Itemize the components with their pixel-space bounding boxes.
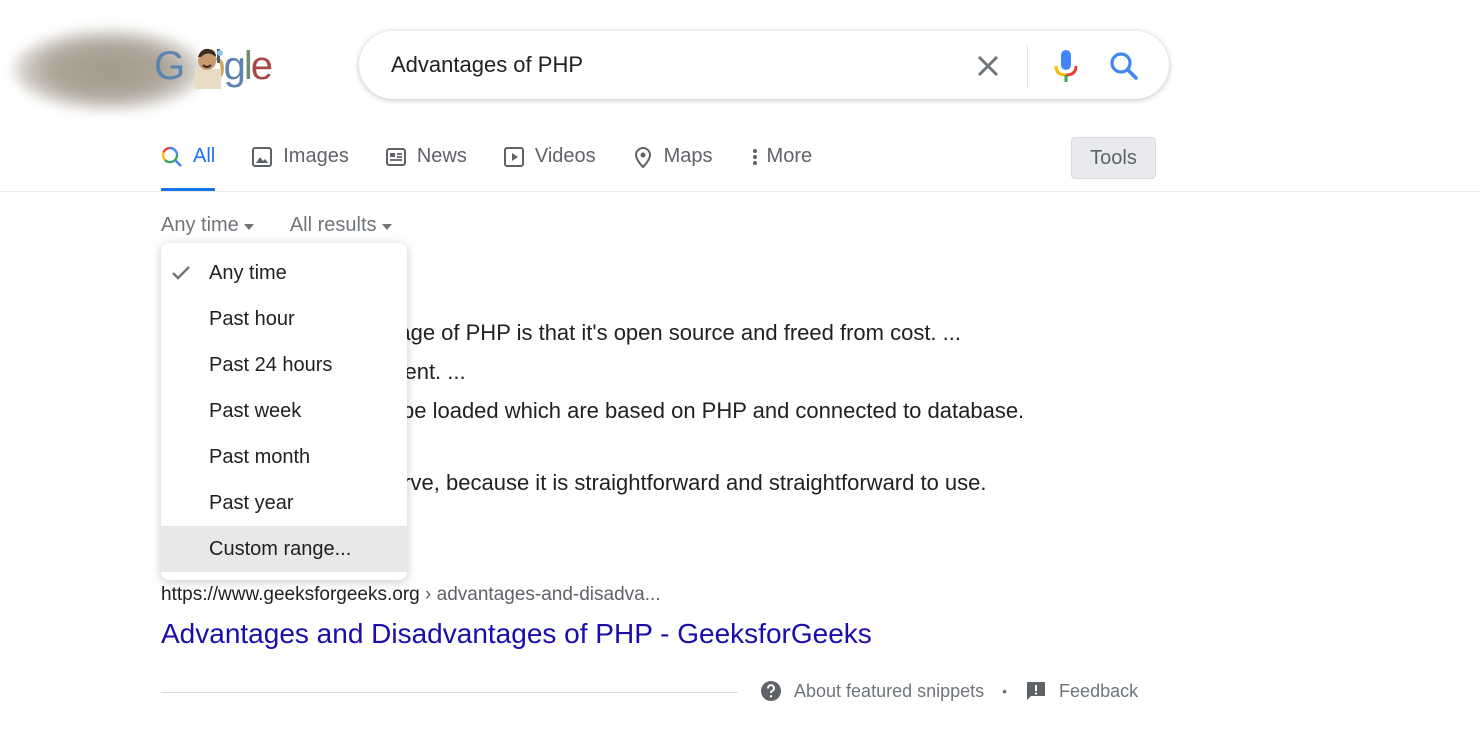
- separator-dot: •: [1002, 683, 1008, 699]
- search-icon: [1110, 52, 1138, 80]
- help-circle-icon: [761, 681, 781, 701]
- search-multicolor-icon: [161, 146, 182, 167]
- tab-label: More: [766, 145, 813, 167]
- search-input[interactable]: [391, 31, 971, 99]
- result-url[interactable]: https://www.geeksforgeeks.org › advantag…: [161, 584, 661, 606]
- result-url-path: › advantages-and-disadva...: [419, 584, 661, 605]
- menu-item-label: Custom range...: [209, 538, 352, 560]
- about-label: About featured snippets: [794, 680, 985, 701]
- tab-videos[interactable]: Videos: [503, 136, 596, 192]
- logo-letter: e: [250, 44, 273, 88]
- feedback-link[interactable]: Feedback: [1025, 680, 1138, 702]
- results-filter-dropdown[interactable]: All results: [290, 214, 392, 237]
- tab-label: Images: [283, 145, 349, 167]
- menu-item-past-24-hours[interactable]: Past 24 hours: [161, 342, 407, 388]
- tab-label: Videos: [534, 145, 596, 167]
- time-filter-dropdown[interactable]: Any time: [161, 214, 254, 237]
- menu-item-label: Past month: [209, 446, 311, 468]
- menu-item-past-hour[interactable]: Past hour: [161, 296, 407, 342]
- feedback-label: Feedback: [1059, 680, 1139, 701]
- image-icon: [252, 147, 273, 167]
- tab-label: All: [193, 145, 216, 167]
- menu-item-past-week[interactable]: Past week: [161, 388, 407, 434]
- caret-down-icon: [381, 223, 392, 230]
- snippet-divider: [161, 692, 738, 693]
- result-url-domain: https://www.geeksforgeeks.org: [161, 584, 420, 605]
- logo-letter: g: [223, 44, 246, 88]
- snippet-line: ly be loaded which are based on PHP and …: [380, 398, 1025, 423]
- time-filter-label: Any time: [161, 214, 239, 236]
- caret-down-icon: [243, 223, 254, 230]
- microphone-icon: [1054, 50, 1078, 82]
- snippet-footer: About featured snippets • Feedback: [760, 680, 1138, 702]
- map-pin-icon: [634, 146, 651, 168]
- feedback-icon: [1027, 682, 1046, 700]
- tab-news[interactable]: News: [385, 136, 467, 192]
- checkmark-icon: [172, 266, 190, 280]
- menu-item-past-month[interactable]: Past month: [161, 434, 407, 480]
- doodle-figure-icon: [195, 48, 223, 89]
- time-filter-menu: Any time Past hour Past 24 hours Past we…: [161, 243, 407, 580]
- voice-search-button[interactable]: [1051, 48, 1081, 84]
- snippet-line: curve, because it is straightforward and…: [380, 470, 987, 495]
- search-box: [359, 31, 1169, 99]
- tools-filters: Any time All results: [161, 214, 428, 237]
- menu-item-label: Past week: [209, 400, 302, 422]
- logo-letter: l: [243, 44, 253, 88]
- result-title-link[interactable]: Advantages and Disadvantages of PHP - Ge…: [161, 618, 872, 650]
- tab-images[interactable]: Images: [251, 136, 349, 192]
- clear-search-button[interactable]: [971, 49, 1005, 83]
- menu-item-past-year[interactable]: Past year: [161, 480, 407, 526]
- search-tabs: All Images News Videos Maps More: [161, 136, 848, 192]
- play-icon: [503, 147, 524, 167]
- close-icon: [977, 55, 999, 77]
- header-divider: [0, 191, 1480, 192]
- search-divider: [1027, 45, 1028, 87]
- logo-letter: G: [154, 44, 185, 88]
- search-button[interactable]: [1107, 49, 1141, 83]
- newspaper-icon: [385, 148, 406, 166]
- vertical-dots-icon: [752, 149, 757, 165]
- menu-item-label: Past year: [209, 492, 294, 514]
- tab-label: Maps: [663, 145, 713, 167]
- menu-item-label: Past hour: [209, 308, 295, 330]
- menu-item-label: Any time: [209, 262, 287, 284]
- results-filter-label: All results: [289, 214, 377, 236]
- tab-more[interactable]: More: [749, 136, 813, 192]
- tools-button[interactable]: Tools: [1071, 137, 1156, 179]
- about-featured-snippets-link[interactable]: About featured snippets: [760, 680, 984, 702]
- menu-item-any-time[interactable]: Any time: [161, 250, 407, 296]
- menu-item-label: Past 24 hours: [209, 354, 333, 376]
- tab-all[interactable]: All: [161, 136, 216, 192]
- tab-maps[interactable]: Maps: [632, 136, 713, 192]
- tab-label: News: [416, 145, 467, 167]
- snippet-line: ntage of PHP is that it's open source an…: [380, 320, 961, 345]
- menu-item-custom-range[interactable]: Custom range...: [161, 526, 407, 572]
